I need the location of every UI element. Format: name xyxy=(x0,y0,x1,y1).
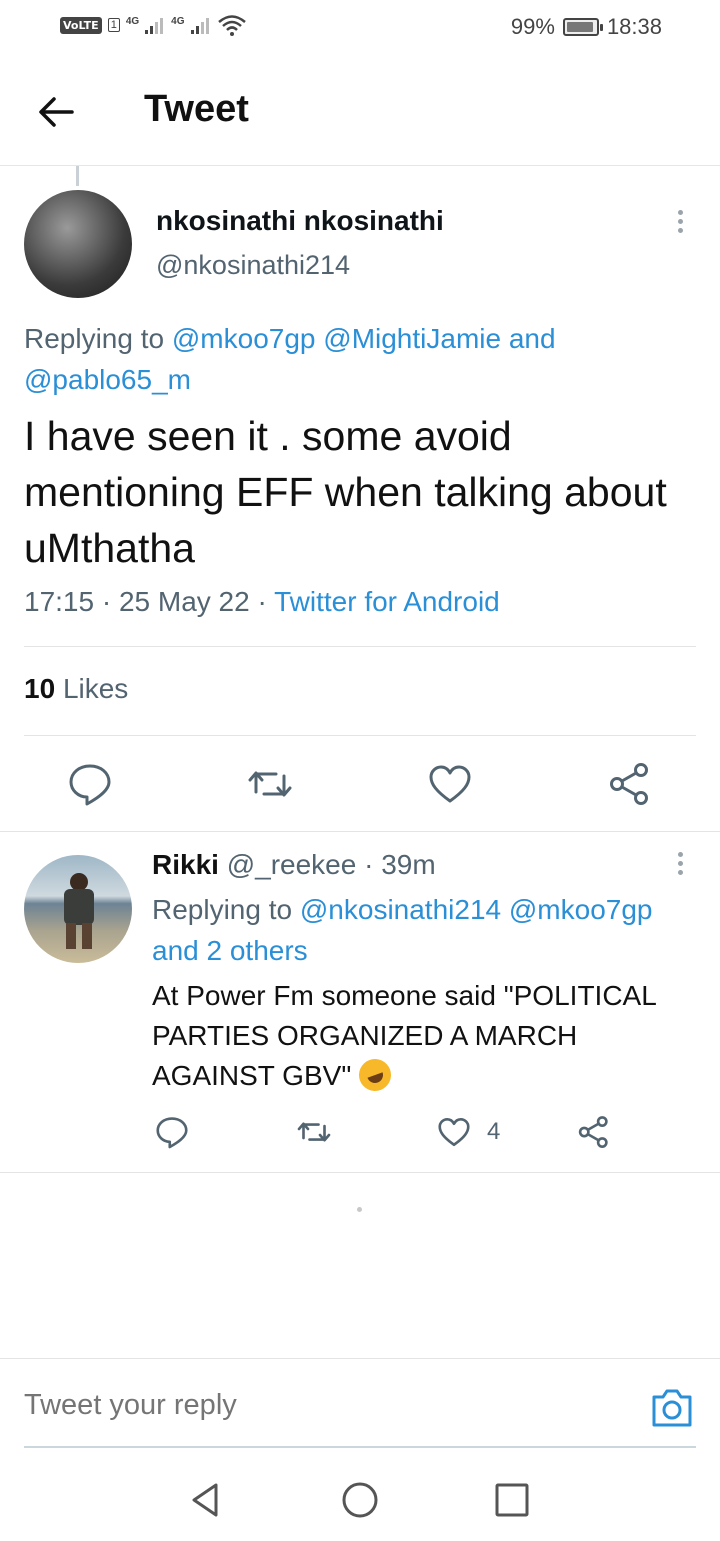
retweet-button[interactable] xyxy=(246,760,294,808)
replying-prefix: Replying to xyxy=(24,323,165,354)
tweet-more-button[interactable] xyxy=(668,206,692,246)
composer-underline xyxy=(24,1446,696,1448)
author-handle[interactable]: @nkosinathi214 xyxy=(156,250,350,281)
reply-button[interactable] xyxy=(66,760,114,808)
app-header: Tweet xyxy=(0,56,720,166)
replying-to: Replying to @mkoo7gp @MightiJamie and @p… xyxy=(24,318,704,400)
reply-author-line[interactable]: Rikki @_reekee · 39m xyxy=(152,849,436,881)
signal-1-icon xyxy=(145,18,164,34)
divider xyxy=(24,646,696,647)
status-bar-right: 99% 18:38 xyxy=(511,14,662,40)
reply-retweet-button[interactable] xyxy=(296,1114,332,1150)
back-button[interactable] xyxy=(34,90,78,134)
more-dots-icon xyxy=(677,852,683,857)
reply-input[interactable] xyxy=(24,1389,624,1422)
share-icon xyxy=(578,1116,608,1148)
camera-icon xyxy=(652,1389,692,1427)
status-bar-left: VoLTE 1 4G 4G xyxy=(60,14,247,36)
reply-author-avatar[interactable] xyxy=(24,855,132,963)
signal-2-label: 4G xyxy=(171,15,185,27)
reply-like-count: 4 xyxy=(487,1118,501,1145)
like-button[interactable] xyxy=(426,760,474,808)
reply-like-button[interactable] xyxy=(436,1114,472,1150)
reply-author-meta: @_reekee · 39m xyxy=(226,849,436,880)
likes-summary[interactable]: 10 Likes xyxy=(24,673,128,705)
tweet-timestamp: 17:15 · 25 May 22 · xyxy=(24,586,267,617)
likes-label: Likes xyxy=(62,673,129,704)
author-avatar[interactable] xyxy=(24,190,132,298)
volte-badge: VoLTE xyxy=(60,16,102,34)
share-button[interactable] xyxy=(606,760,654,808)
reply-share-button[interactable] xyxy=(576,1114,612,1150)
reply-reply-button[interactable] xyxy=(154,1114,190,1150)
sim-number: 1 xyxy=(107,18,120,32)
tweet-meta: 17:15 · 25 May 22 · Twitter for Android xyxy=(24,586,500,618)
divider xyxy=(24,735,696,736)
retweet-icon xyxy=(297,1122,331,1142)
rolling-laughing-emoji-icon xyxy=(354,1054,396,1096)
clock: 18:38 xyxy=(606,14,662,39)
comment-icon xyxy=(156,1117,188,1149)
divider xyxy=(0,831,720,832)
signal-2-icon xyxy=(190,18,209,34)
reply-author-name: Rikki xyxy=(152,849,219,880)
battery-icon xyxy=(562,18,603,36)
reply-replying-prefix: Replying to xyxy=(152,894,293,925)
comment-icon xyxy=(69,764,111,806)
reply-more-button[interactable] xyxy=(668,848,692,888)
reply-replying-to: Replying to @nkosinathi214 @mkoo7gp and … xyxy=(152,889,692,971)
page-title: Tweet xyxy=(144,88,249,130)
square-recents-icon xyxy=(495,1483,529,1517)
author-name[interactable]: nkosinathi nkosinathi xyxy=(156,205,444,237)
reply-text-container: At Power Fm someone said "POLITICAL PART… xyxy=(152,976,697,1096)
heart-icon xyxy=(438,1117,470,1147)
signal-1-label: 4G xyxy=(125,15,140,27)
arrow-left-icon xyxy=(39,97,74,127)
tweet-text: I have seen it . some avoid mentioning E… xyxy=(24,413,667,571)
camera-button[interactable] xyxy=(650,1387,694,1429)
heart-icon xyxy=(429,765,471,803)
divider xyxy=(0,1172,720,1173)
likes-count: 10 xyxy=(24,673,56,704)
tweet-source-link[interactable]: Twitter for Android xyxy=(274,586,500,617)
circle-home-icon xyxy=(342,1482,378,1518)
triangle-back-icon xyxy=(192,1483,218,1517)
retweet-icon xyxy=(248,771,292,797)
reply-composer xyxy=(0,1358,720,1448)
loading-indicator xyxy=(357,1207,362,1212)
nav-back-button[interactable] xyxy=(186,1480,226,1520)
more-dots-icon xyxy=(677,210,683,215)
status-bar: VoLTE 1 4G 4G 99% 18:38 xyxy=(0,0,720,56)
system-nav-bar xyxy=(0,1460,720,1541)
share-icon xyxy=(610,763,648,805)
reply-text: At Power Fm someone said "POLITICAL PART… xyxy=(152,980,656,1091)
wifi-icon xyxy=(217,15,246,36)
nav-home-button[interactable] xyxy=(340,1480,380,1520)
thread-connector-line xyxy=(76,166,79,186)
nav-recents-button[interactable] xyxy=(492,1480,532,1520)
battery-percent: 99% xyxy=(510,14,555,39)
